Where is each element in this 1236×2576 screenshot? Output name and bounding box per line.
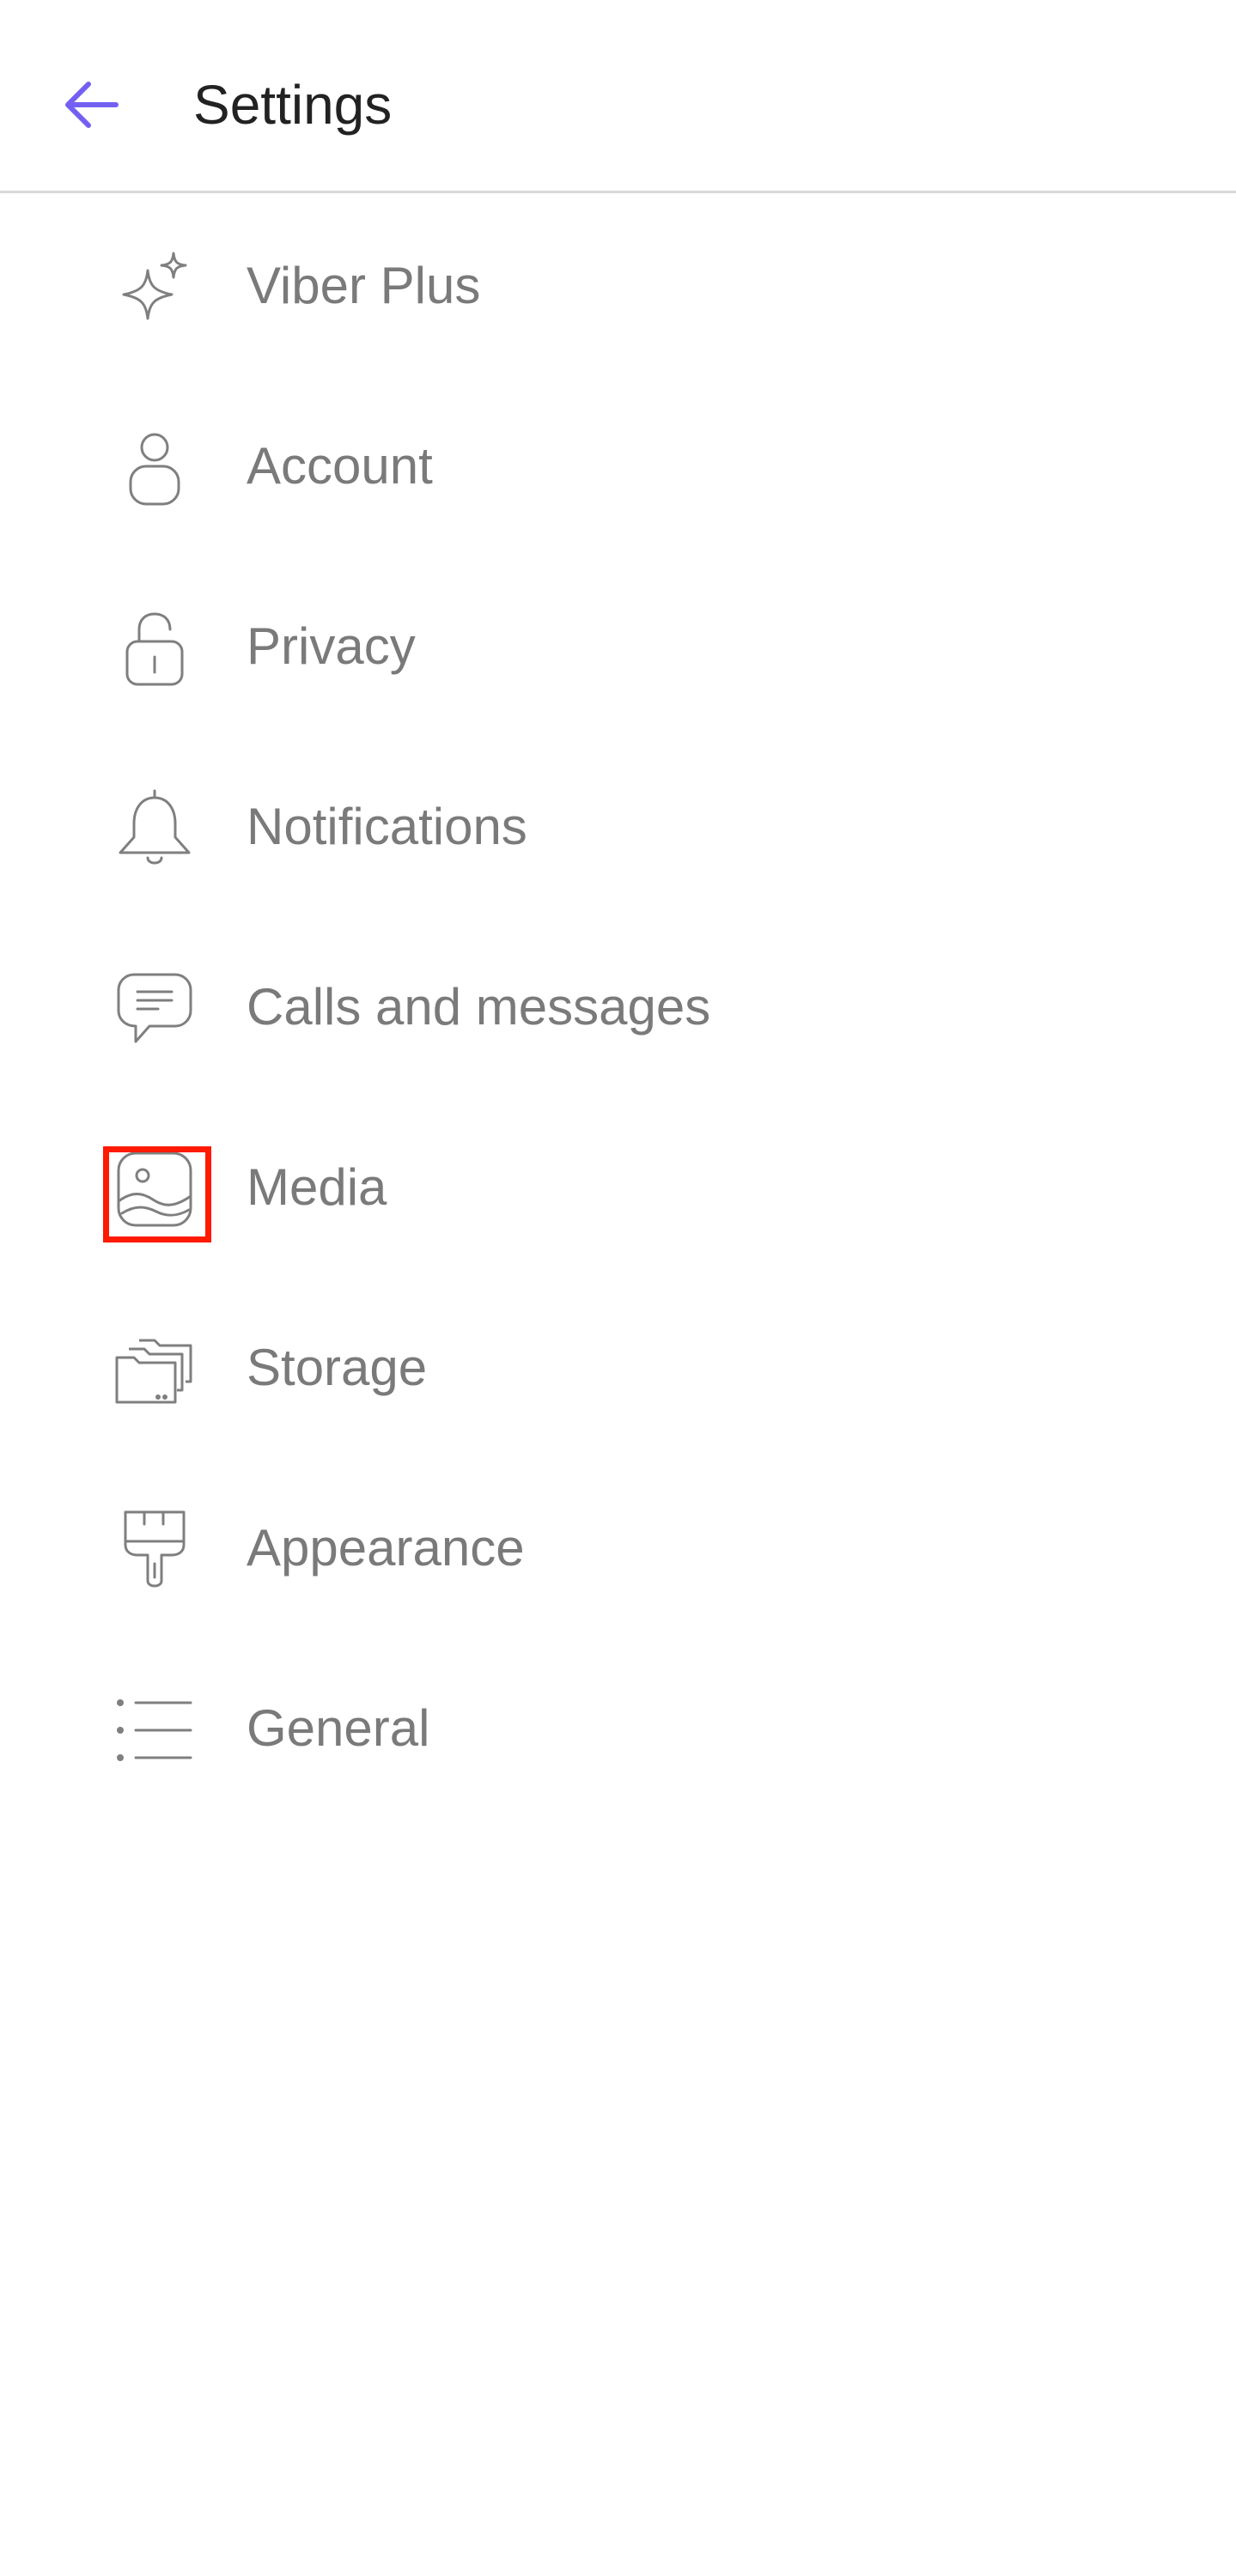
settings-item-label: Calls and messages: [247, 978, 711, 1036]
settings-item-media[interactable]: Media: [0, 1097, 1236, 1278]
list-icon: [112, 1687, 198, 1773]
person-icon: [112, 425, 198, 511]
settings-item-privacy[interactable]: Privacy: [0, 556, 1236, 737]
arrow-left-icon: [65, 82, 119, 128]
settings-item-label: Media: [247, 1158, 387, 1216]
app-bar: Settings: [0, 0, 1236, 193]
bell-icon: [112, 786, 198, 872]
settings-item-label: Viber Plus: [247, 257, 481, 314]
settings-item-label: Privacy: [247, 617, 416, 675]
settings-list: Viber Plus Account Privacy Notifications…: [0, 196, 1236, 1819]
settings-item-label: General: [247, 1699, 430, 1757]
folders-icon: [112, 1327, 198, 1413]
settings-item-calls-and-messages[interactable]: Calls and messages: [0, 917, 1236, 1097]
sparkle-icon: [112, 245, 198, 331]
settings-item-label: Notifications: [247, 798, 527, 855]
settings-item-label: Appearance: [247, 1519, 525, 1577]
chat-bubble-icon: [112, 966, 198, 1052]
settings-item-viber-plus[interactable]: Viber Plus: [0, 196, 1236, 376]
image-icon: [112, 1146, 198, 1232]
lock-icon: [112, 605, 198, 691]
settings-item-notifications[interactable]: Notifications: [0, 737, 1236, 917]
settings-item-label: Account: [247, 437, 433, 495]
settings-item-general[interactable]: General: [0, 1638, 1236, 1819]
back-button[interactable]: [50, 64, 132, 146]
settings-item-appearance[interactable]: Appearance: [0, 1458, 1236, 1638]
page-title: Settings: [193, 74, 393, 136]
settings-item-account[interactable]: Account: [0, 376, 1236, 556]
paintbrush-icon: [112, 1507, 198, 1593]
settings-item-label: Storage: [247, 1339, 428, 1396]
settings-item-storage[interactable]: Storage: [0, 1278, 1236, 1458]
